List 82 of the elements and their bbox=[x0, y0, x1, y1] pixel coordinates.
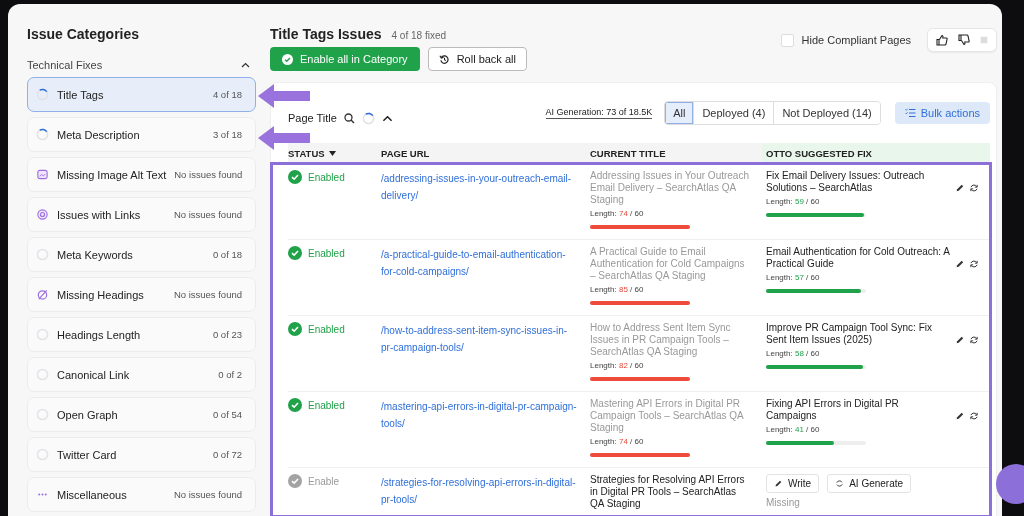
pencil-icon[interactable] bbox=[955, 411, 965, 421]
category-item[interactable]: Canonical Link 0 of 2 bbox=[27, 357, 256, 392]
current-title: Mastering API Errors in Digital PR Campaign Tools – SearchAtlas QA Staging bbox=[590, 398, 745, 434]
annotation-arrow bbox=[258, 84, 310, 108]
checklist-icon bbox=[904, 108, 916, 118]
check-circle-icon bbox=[288, 474, 302, 488]
check-circle-icon bbox=[288, 398, 302, 412]
image-icon bbox=[36, 168, 49, 181]
write-button[interactable]: Write bbox=[766, 474, 820, 493]
refresh-icon[interactable] bbox=[969, 335, 979, 345]
page-url-link[interactable]: /a-practical-guide-to-email-authentication-for-cold-campaigns/ bbox=[381, 246, 590, 280]
refresh-icon[interactable] bbox=[969, 259, 979, 269]
current-title: A Practical Guide to Email Authentication for Cold Campaigns – SearchAtlas QA Staging bbox=[590, 246, 746, 282]
filter-tab[interactable]: Not Deployed (14) bbox=[773, 102, 880, 124]
checkbox-label: Hide Compliant Pages bbox=[801, 34, 911, 46]
category-item[interactable]: Issues with Links No issues found bbox=[27, 197, 256, 232]
collapse-caret-icon[interactable] bbox=[381, 114, 393, 122]
link-icon bbox=[36, 208, 49, 221]
ai-generate-button[interactable]: AI Generate bbox=[827, 474, 912, 493]
pencil-icon[interactable] bbox=[955, 335, 965, 345]
section-label: Technical Fixes bbox=[27, 59, 103, 71]
chat-launcher-button[interactable] bbox=[996, 464, 1024, 504]
suggested-title: Improve PR Campaign Tool Sync: Fix Sent Item Issues (2025) bbox=[766, 322, 933, 346]
category-item[interactable]: Missing Headings No issues found bbox=[27, 277, 256, 312]
length-label: Length: 74 / 60 bbox=[590, 437, 645, 446]
pencil-icon[interactable] bbox=[955, 183, 965, 193]
category-item[interactable]: Meta Keywords 0 of 18 bbox=[27, 237, 256, 272]
length-label: Length: 58 / 60 bbox=[766, 349, 821, 358]
length-label: Length: 41 / 60 bbox=[766, 425, 821, 434]
current-title: Strategies for Resolving API Errors in Digital PR Tools – SearchAtlas QA Staging bbox=[590, 474, 746, 510]
refresh-icon bbox=[835, 479, 845, 488]
column-label: Page Title bbox=[288, 112, 337, 124]
missing-label: Missing bbox=[766, 497, 801, 508]
filter-tab[interactable]: All bbox=[665, 102, 694, 124]
roll-back-button[interactable]: Roll back all bbox=[427, 47, 527, 71]
current-title: Addressing Issues in Your Outreach Email Delivery – SearchAtlas QA Staging bbox=[590, 170, 750, 206]
sidebar-title: Issue Categories bbox=[27, 26, 141, 42]
length-label: Length: 82 / 60 bbox=[590, 361, 645, 370]
length-label: Length: 59 / 60 bbox=[766, 197, 821, 206]
progress-ring-icon bbox=[36, 128, 49, 141]
check-circle-icon bbox=[288, 170, 302, 184]
category-item[interactable]: Missing Image Alt Text No issues found bbox=[27, 157, 256, 192]
suggested-title: Fixing API Errors in Digital PR Campaigns bbox=[766, 398, 900, 422]
check-circle-icon bbox=[282, 53, 293, 65]
page-url-link[interactable]: /addressing-issues-in-your-outreach-email-delivery/ bbox=[381, 170, 590, 204]
category-item[interactable]: Miscellaneous No issues found bbox=[27, 477, 256, 512]
length-label: Length: 57 / 60 bbox=[766, 273, 821, 282]
suggested-title: Email Authentication for Cold Outreach: A Practical Guide bbox=[766, 246, 951, 270]
category-item[interactable]: Title Tags 4 of 18 bbox=[27, 77, 256, 112]
collapse-caret-icon[interactable] bbox=[241, 62, 250, 68]
fixed-count: 4 of 18 fixed bbox=[391, 30, 446, 41]
page-url-link[interactable]: /mastering-api-errors-in-digital-pr-campaign-tools/ bbox=[381, 398, 590, 432]
page-url-link[interactable]: /how-to-address-sent-item-sync-issues-in-pr-campaign-tools/ bbox=[381, 322, 590, 356]
annotation-arrow bbox=[258, 126, 310, 150]
length-label: Length: 85 / 60 bbox=[590, 285, 645, 294]
ai-generation-quota[interactable]: AI Generation: 73 of 18.5K bbox=[545, 107, 653, 119]
category-item[interactable]: Headings Length 0 of 23 bbox=[27, 317, 256, 352]
category-item[interactable]: Open Graph 0 of 54 bbox=[27, 397, 256, 432]
check-circle-icon bbox=[288, 322, 302, 336]
progress-ring-icon bbox=[36, 88, 49, 101]
thumbs-down-icon[interactable] bbox=[958, 34, 970, 46]
length-label: Length: 74 / 60 bbox=[590, 209, 645, 218]
page-url-link[interactable]: /strategies-for-resolving-api-errors-in-digital-pr-tools/ bbox=[381, 474, 590, 508]
refresh-icon[interactable] bbox=[969, 183, 979, 193]
suggested-title: Fix Email Delivery Issues: Outreach Solutions – SearchAtlas bbox=[766, 170, 926, 194]
checkbox[interactable] bbox=[780, 33, 794, 47]
search-icon[interactable] bbox=[343, 112, 355, 124]
page-title: Title Tags Issues bbox=[270, 26, 382, 42]
slashed-circle-icon bbox=[36, 288, 49, 301]
bulk-actions-button[interactable]: Bulk actions bbox=[894, 102, 990, 124]
history-icon bbox=[438, 53, 450, 65]
pencil-icon bbox=[774, 479, 783, 488]
current-title: How to Address Sent Item Sync Issues in PR Campaign Tools – SearchAtlas QA Staging bbox=[590, 322, 732, 358]
category-item[interactable]: Meta Description 3 of 18 bbox=[27, 117, 256, 152]
sort-caret-icon[interactable] bbox=[328, 151, 336, 156]
refresh-icon[interactable] bbox=[969, 411, 979, 421]
check-circle-icon bbox=[288, 246, 302, 260]
thumbs-up-icon[interactable] bbox=[936, 34, 948, 46]
progress-ring-icon bbox=[361, 111, 375, 125]
pencil-icon[interactable] bbox=[955, 259, 965, 269]
category-item[interactable]: Twitter Card 0 of 72 bbox=[27, 437, 256, 472]
column-header[interactable]: PAGE URL bbox=[381, 148, 430, 159]
